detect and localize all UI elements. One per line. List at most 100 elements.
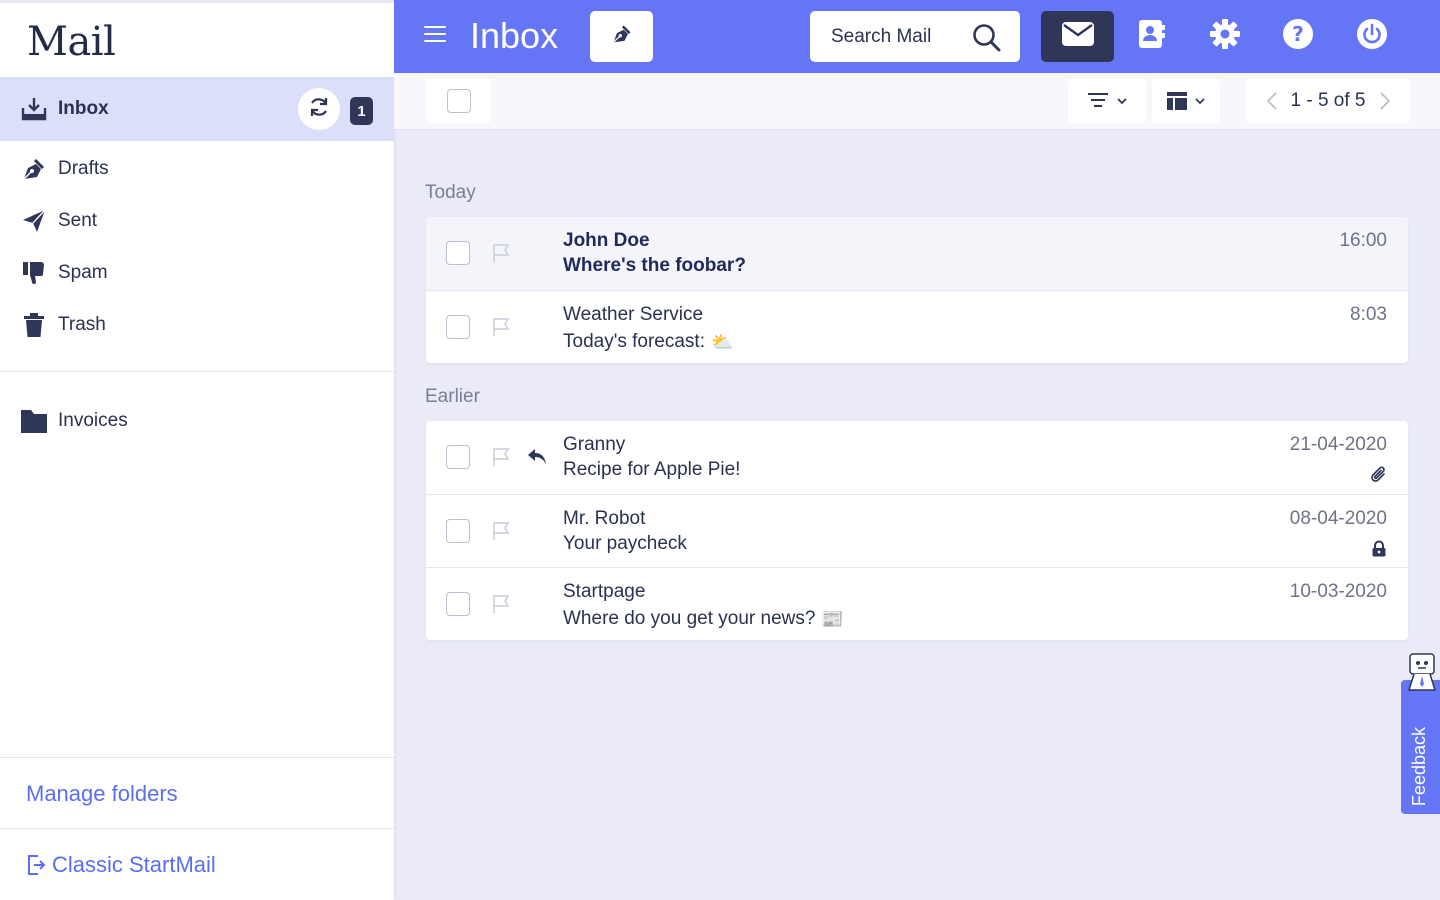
sidebar-item-sent[interactable]: Sent	[0, 195, 394, 247]
row-checkbox[interactable]	[446, 519, 470, 543]
row-checkbox[interactable]	[446, 445, 470, 469]
page-title: Inbox	[470, 15, 559, 56]
pagination-label: 1 - 5 of 5	[1290, 90, 1366, 111]
mail-row[interactable]: Granny Recipe for Apple Pie! 21-04-2020	[426, 421, 1408, 494]
classic-startmail-link[interactable]: Classic StartMail	[26, 852, 216, 878]
mail-app-button[interactable]	[1041, 11, 1114, 62]
pagination: 1 - 5 of 5	[1247, 79, 1409, 123]
compose-pen-icon	[611, 23, 633, 50]
search-label: Search Mail	[831, 25, 932, 47]
group-label-today: Today	[425, 182, 476, 203]
filter-icon	[1087, 92, 1109, 110]
help-button[interactable]: ?	[1280, 11, 1316, 62]
svg-text:?: ?	[1292, 22, 1304, 46]
refresh-icon	[308, 96, 330, 123]
sidebar-item-label: Invoices	[58, 410, 128, 431]
flag-icon[interactable]	[492, 243, 512, 268]
mail-subject: Where do you get your news? 📰	[563, 608, 844, 629]
sidebar-item-spam[interactable]: Spam	[0, 247, 394, 299]
sidebar-item-label: Drafts	[58, 158, 109, 179]
sidebar-item-inbox[interactable]: Inbox	[0, 77, 394, 141]
sidebar-item-invoices[interactable]: Invoices	[0, 395, 394, 447]
sidebar-item-trash[interactable]: Trash	[0, 299, 394, 351]
mail-date: 10-03-2020	[1289, 581, 1387, 602]
chevron-down-icon	[1195, 97, 1205, 105]
feedback-tab[interactable]: Feedback	[1401, 653, 1440, 814]
sidebar-divider	[0, 828, 394, 829]
row-checkbox[interactable]	[446, 241, 470, 265]
mail-sender: Mr. Robot	[563, 508, 646, 529]
mail-row[interactable]: Mr. Robot Your paycheck 08-04-2020	[426, 494, 1408, 567]
envelope-icon	[1061, 21, 1095, 52]
mail-sender: John Doe	[563, 230, 650, 251]
menu-icon[interactable]	[424, 26, 446, 46]
next-page-icon[interactable]	[1379, 92, 1390, 110]
row-checkbox[interactable]	[446, 592, 470, 616]
flag-icon[interactable]	[492, 521, 512, 546]
exit-icon	[26, 854, 46, 876]
inbox-icon	[20, 95, 48, 123]
flag-icon[interactable]	[492, 594, 512, 619]
mail-group-earlier: Granny Recipe for Apple Pie! 21-04-2020 …	[426, 421, 1408, 640]
manage-folders-link[interactable]: Manage folders	[26, 781, 178, 807]
compose-button[interactable]	[590, 11, 653, 62]
sidebar-item-label: Inbox	[58, 98, 109, 119]
thumbs-down-icon	[20, 259, 48, 287]
sidebar-item-label: Sent	[58, 210, 98, 231]
mail-row[interactable]: John Doe Where's the foobar? 16:00	[426, 217, 1408, 290]
help-icon: ?	[1282, 18, 1314, 55]
mail-sender: Granny	[563, 434, 626, 455]
search-icon[interactable]	[972, 23, 1002, 58]
mail-date: 21-04-2020	[1289, 434, 1387, 455]
sidebar-divider	[0, 371, 394, 372]
unread-count-badge: 1	[350, 97, 373, 125]
mail-date: 16:00	[1339, 230, 1387, 251]
manage-folders-label: Manage folders	[26, 781, 178, 806]
layout-icon	[1167, 92, 1187, 110]
classic-startmail-label: Classic StartMail	[52, 852, 216, 877]
attachment-icon	[1371, 466, 1387, 489]
sun-behind-cloud-emoji: ⛅	[710, 331, 734, 352]
lock-icon	[1371, 540, 1387, 562]
robot-mascot-icon	[1405, 652, 1439, 703]
mail-group-today: John Doe Where's the foobar? 16:00 Weath…	[426, 217, 1408, 363]
mail-row[interactable]: Weather Service Today's forecast: ⛅ 8:03	[426, 290, 1408, 363]
sidebar-item-label: Trash	[58, 314, 106, 335]
prev-page-icon[interactable]	[1266, 92, 1277, 110]
flag-icon[interactable]	[492, 317, 512, 342]
contacts-button[interactable]	[1134, 11, 1170, 62]
mail-subject: Your paycheck	[563, 533, 687, 554]
top-header: Inbox Search Mail ?	[394, 0, 1440, 73]
checkbox-box	[446, 89, 471, 113]
newspaper-emoji: 📰	[821, 608, 844, 629]
contacts-icon	[1136, 18, 1168, 55]
trash-icon	[20, 311, 48, 339]
logout-button[interactable]	[1354, 11, 1390, 62]
mail-sender: Startpage	[563, 581, 646, 602]
replied-icon	[527, 447, 547, 470]
mail-sender: Weather Service	[563, 304, 704, 325]
sidebar-item-drafts[interactable]: Drafts	[0, 143, 394, 195]
row-checkbox[interactable]	[446, 315, 470, 339]
mail-date: 8:03	[1350, 304, 1387, 325]
paper-plane-icon	[20, 207, 48, 235]
list-toolbar: 1 - 5 of 5	[394, 73, 1440, 130]
feedback-label: Feedback	[1409, 726, 1429, 806]
layout-dropdown[interactable]	[1152, 79, 1220, 123]
refresh-button[interactable]	[298, 88, 340, 130]
group-label-earlier: Earlier	[425, 386, 480, 407]
filter-dropdown[interactable]	[1068, 79, 1146, 123]
drafts-pen-icon	[20, 155, 48, 183]
mail-row[interactable]: Startpage Where do you get your news? 📰 …	[426, 567, 1408, 640]
settings-button[interactable]	[1207, 11, 1243, 62]
search-input[interactable]: Search Mail	[810, 11, 1020, 62]
folder-icon	[20, 407, 48, 435]
mail-subject: Today's forecast: ⛅	[563, 331, 734, 352]
sidebar-item-label: Spam	[58, 262, 108, 283]
chevron-down-icon	[1117, 97, 1127, 105]
sidebar-divider	[0, 757, 394, 758]
sidebar: Mail Inbox 1 Drafts Sent Spam Trash Invo…	[0, 0, 394, 900]
select-all-checkbox[interactable]	[426, 79, 491, 123]
mail-date: 08-04-2020	[1289, 508, 1387, 529]
flag-icon[interactable]	[492, 447, 512, 472]
